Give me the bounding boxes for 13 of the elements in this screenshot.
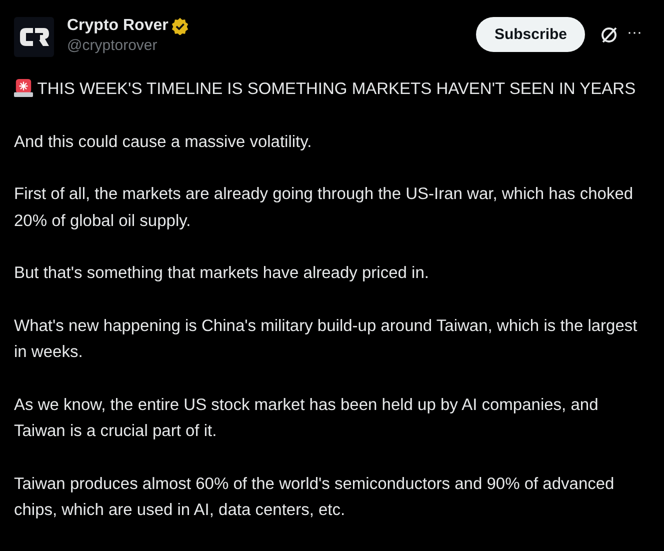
author-handle[interactable]: @cryptorover [67,37,190,54]
subscribe-button[interactable]: Subscribe [476,17,585,52]
post-paragraph: And this could cause a massive volatility. [14,132,313,152]
post-paragraph: What's new happening is China's military build-up around Taiwan, which is the largest in weeks. [14,316,638,363]
post-paragraph: THIS WEEK'S TIMELINE IS SOMETHING MARKETS HAVEN'T SEEN IN YEARS [14,76,642,102]
avatar-logo[interactable] [14,17,54,57]
post-paragraph: First of all, the markets are already going through the US-Iran war, which has choked 20% of global oil supply. [14,184,634,232]
post-paragraph: But that's something that markets have already priced in. [14,263,430,284]
more-button[interactable]: ··· [627,24,642,41]
slashed-circle-icon[interactable] [599,25,619,45]
post-paragraph: As we know, the entire US stock market has been held up by AI companies, and Taiwan is a crucial part of it. [14,394,600,442]
post-paragraph: Taiwan produces almost 60% of the world's semiconductors and 90% of advanced chips, which are used in AI, data centers, etc. [14,474,616,521]
author-name[interactable]: Crypto Rover [67,17,168,35]
